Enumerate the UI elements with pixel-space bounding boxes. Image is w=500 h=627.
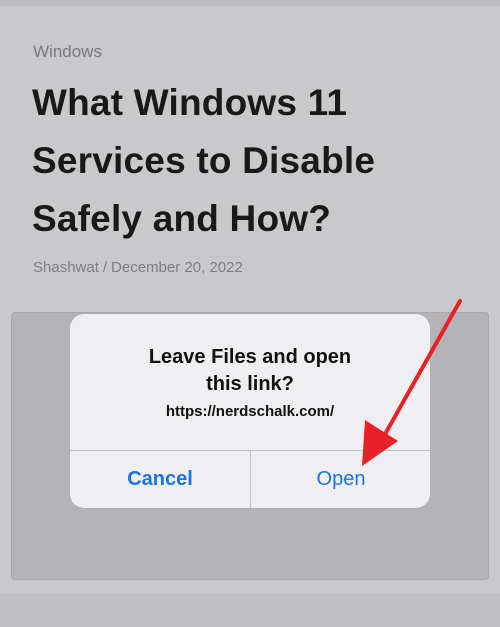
alert-title-line: this link?: [206, 373, 294, 395]
alert-url: https://nerdschalk.com/: [165, 403, 335, 420]
article-title-line: Safely and How?: [32, 198, 332, 239]
bottom-strip: [0, 594, 500, 627]
article-title-line: Services to Disable: [32, 140, 376, 181]
publish-date: December 20, 2022: [111, 259, 243, 276]
alert-title: Leave Files and open this link?: [90, 344, 410, 398]
open-button[interactable]: Open: [251, 451, 430, 508]
article-title: What Windows 11 Services to Disable Safe…: [32, 74, 472, 248]
article-byline: Shashwat / December 20, 2022: [33, 259, 243, 276]
top-strip: [0, 0, 500, 6]
article-category[interactable]: Windows: [33, 42, 102, 62]
author-name[interactable]: Shashwat: [33, 259, 99, 276]
article-title-line: What Windows 11: [32, 82, 348, 123]
alert-title-line: Leave Files and open: [148, 346, 352, 368]
leave-app-alert-dialog: Leave Files and open this link? https://…: [70, 314, 430, 508]
byline-separator: /: [102, 259, 108, 276]
cancel-button[interactable]: Cancel: [70, 451, 250, 508]
